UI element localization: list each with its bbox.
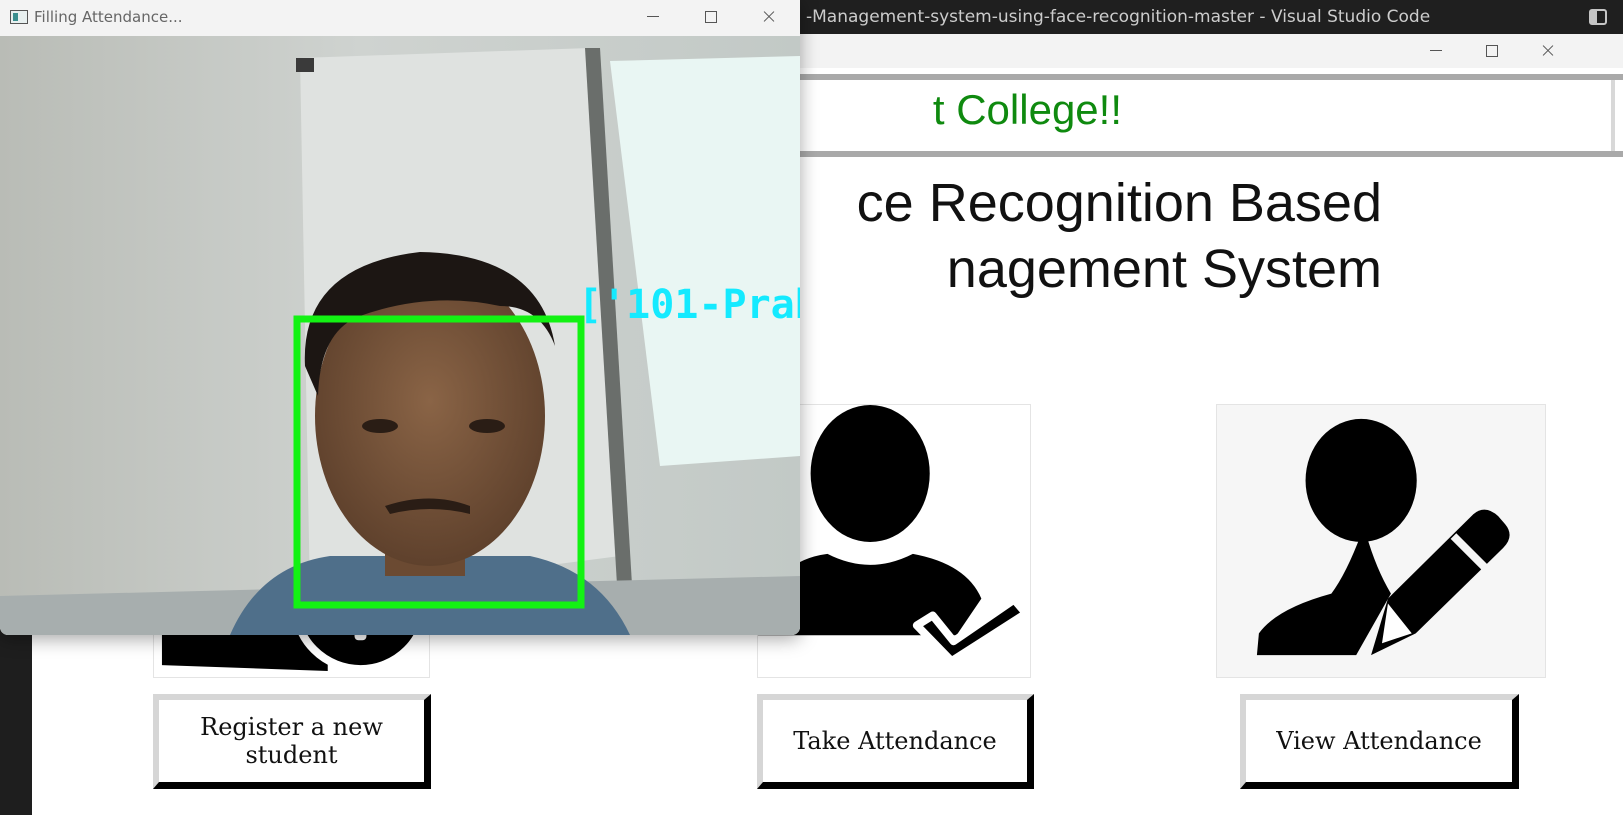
- view-attendance-button[interactable]: View Attendance: [1240, 694, 1519, 789]
- app-title-line-2: nagement System: [946, 239, 1382, 299]
- register-student-button[interactable]: Register a new student: [153, 694, 431, 789]
- recognized-label: ['101-Prab: [578, 282, 800, 328]
- opencv-app-icon: [10, 10, 28, 24]
- register-student-label: Register a new student: [200, 713, 383, 769]
- take-attendance-button[interactable]: Take Attendance: [757, 694, 1034, 789]
- maximize-button[interactable]: [1469, 34, 1515, 68]
- camera-window: Filling Attendance... ['101-Prab: [0, 0, 800, 635]
- camera-window-title: Filling Attendance...: [34, 8, 183, 26]
- left-eye: [362, 419, 398, 433]
- camera-maximize-button[interactable]: [688, 0, 734, 34]
- board-clip: [296, 58, 314, 72]
- app-title-line-1: ce Recognition Based: [856, 173, 1382, 233]
- close-button[interactable]: [1525, 34, 1571, 68]
- camera-close-button[interactable]: [746, 0, 792, 34]
- view-attendance-label: View Attendance: [1276, 727, 1482, 755]
- panel-layout-icon[interactable]: [1589, 9, 1607, 25]
- camera-titlebar: Filling Attendance...: [0, 0, 800, 36]
- camera-minimize-button[interactable]: [630, 0, 676, 34]
- camera-feed: ['101-Prab: [0, 36, 800, 635]
- vscode-window-title: -Management-system-using-face-recognitio…: [806, 7, 1431, 27]
- camera-frame: ['101-Prab: [0, 36, 800, 635]
- user-edit-icon[interactable]: [1216, 404, 1546, 678]
- right-eye: [469, 419, 505, 433]
- minimize-button[interactable]: [1413, 34, 1459, 68]
- take-attendance-label: Take Attendance: [793, 727, 997, 755]
- user-edit-icon-graphic: [1256, 418, 1510, 656]
